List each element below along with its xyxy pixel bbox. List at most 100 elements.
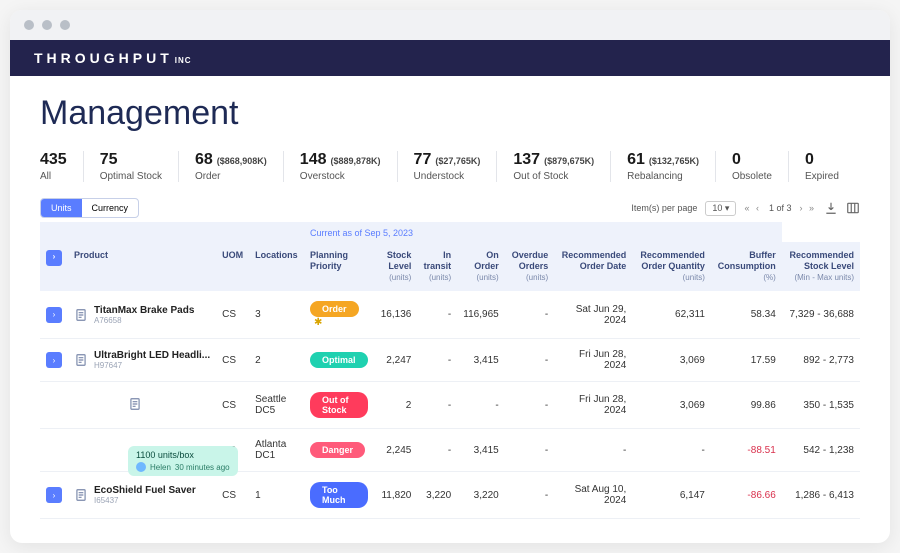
window-titlebar <box>10 10 890 40</box>
brand-suffix: INC <box>175 56 192 65</box>
kpi-card[interactable]: 0Expired <box>789 151 855 182</box>
col-priority[interactable]: Planning Priority <box>304 242 374 292</box>
col-transit[interactable]: In transit(units) <box>417 242 457 292</box>
priority-pill: Out of Stock <box>310 392 368 418</box>
expand-row-icon[interactable]: › <box>46 352 62 368</box>
pager-next-last[interactable]: › » <box>799 203 816 213</box>
document-icon <box>74 488 88 502</box>
col-stock[interactable]: Stock Level(units) <box>374 242 417 292</box>
cell-stock: 2 <box>374 382 417 429</box>
kpi-card[interactable]: 0Obsolete <box>716 151 789 182</box>
kpi-label: Obsolete <box>732 171 772 182</box>
kpi-card[interactable]: 435All <box>40 151 84 182</box>
columns-icon[interactable] <box>846 201 860 215</box>
units-currency-toggle[interactable]: Units Currency <box>40 198 139 218</box>
cell-stock: 2,245 <box>374 429 417 472</box>
col-buffer[interactable]: Buffer Consumption(%) <box>711 242 782 292</box>
download-icon[interactable] <box>824 201 838 215</box>
kpi-subvalue: ($879,675K) <box>544 156 594 166</box>
cell-range: 542 - 1,238 <box>782 429 860 472</box>
cell-location: Seattle DC5 <box>249 382 304 429</box>
cell-recqty: 3,069 <box>632 382 711 429</box>
page-size-select[interactable]: 10 ▾ <box>705 201 736 216</box>
cell-recdate: Sat Aug 10, 2024 <box>554 472 632 519</box>
window-dot[interactable] <box>42 20 52 30</box>
cell-recdate: Sat Jun 29, 2024 <box>554 291 632 339</box>
page-title: Management <box>40 94 860 133</box>
cell-overdue: - <box>505 339 555 382</box>
cell-recdate: Fri Jun 28, 2024 <box>554 339 632 382</box>
pager-label: Item(s) per page <box>631 203 697 213</box>
cell-buffer: -86.66 <box>711 472 782 519</box>
toggle-units[interactable]: Units <box>41 199 82 217</box>
kpi-strip: 435All75Optimal Stock68($868,908K)Order1… <box>40 151 860 182</box>
cell-transit: - <box>417 382 457 429</box>
cell-overdue: - <box>505 472 555 519</box>
expand-row-icon[interactable]: › <box>46 307 62 323</box>
cell-buffer: 58.34 <box>711 291 782 339</box>
cell-overdue: - <box>505 429 555 472</box>
kpi-label: Understock <box>414 171 481 182</box>
cell-recqty: 6,147 <box>632 472 711 519</box>
cell-buffer: -88.51 <box>711 429 782 472</box>
kpi-value: 68 <box>195 151 213 169</box>
pager-position: 1 of 3 <box>769 203 792 213</box>
product-name: UltraBright LED Headli... <box>94 350 210 361</box>
kpi-value: 77 <box>414 151 432 169</box>
pager-prev-first[interactable]: « ‹ <box>744 203 761 213</box>
kpi-subvalue: ($132,765K) <box>649 156 699 166</box>
col-recqty[interactable]: Recommended Order Quantity(units) <box>632 242 711 292</box>
cell-onorder: 3,220 <box>457 472 505 519</box>
cell-uom: CS <box>216 291 249 339</box>
expand-all-icon[interactable]: › <box>46 250 62 266</box>
col-locations[interactable]: Locations <box>249 242 304 292</box>
brand-bar: THROUGHPUT INC <box>10 40 890 76</box>
table-row[interactable]: ›TitanMax Brake PadsA76658CS3Order✱16,13… <box>40 291 860 339</box>
cell-stock: 16,136 <box>374 291 417 339</box>
as-of-label: Current as of Sep 5, 2023 <box>304 222 782 242</box>
table-toolbar: Units Currency Item(s) per page 10 ▾ « ‹… <box>40 198 860 218</box>
kpi-card[interactable]: 148($889,878K)Overstock <box>284 151 398 182</box>
table-row[interactable]: 1100 units/boxHelen 30 minutes agoCSAtla… <box>40 429 860 472</box>
col-overdue[interactable]: Overdue Orders(units) <box>505 242 555 292</box>
cell-transit: - <box>417 429 457 472</box>
document-icon <box>74 353 88 367</box>
col-uom[interactable]: UOM <box>216 242 249 292</box>
kpi-card[interactable]: 61($132,765K)Rebalancing <box>611 151 716 182</box>
cell-overdue: - <box>505 291 555 339</box>
window-dot[interactable] <box>24 20 34 30</box>
toggle-currency[interactable]: Currency <box>82 199 139 217</box>
cell-recqty: - <box>632 429 711 472</box>
cell-recqty: 3,069 <box>632 339 711 382</box>
kpi-label: Overstock <box>300 171 381 182</box>
col-onorder[interactable]: On Order(units) <box>457 242 505 292</box>
product-name: TitanMax Brake Pads <box>94 305 194 316</box>
table-row[interactable]: ›UltraBright LED Headli...H97647CS2Optim… <box>40 339 860 382</box>
cell-recqty: 62,311 <box>632 291 711 339</box>
table-row[interactable]: CSSeattle DC5Out of Stock2---Fri Jun 28,… <box>40 382 860 429</box>
product-sku: H97647 <box>94 361 210 370</box>
col-reclevel[interactable]: Recommended Stock Level(Min - Max units) <box>782 242 860 292</box>
priority-pill: Optimal <box>310 352 368 368</box>
cell-range: 7,329 - 36,688 <box>782 291 860 339</box>
kpi-card[interactable]: 68($868,908K)Order <box>179 151 284 182</box>
col-product[interactable]: Product <box>68 242 216 292</box>
kpi-value: 435 <box>40 151 67 169</box>
kpi-card[interactable]: 137($879,675K)Out of Stock <box>497 151 611 182</box>
expand-row-icon[interactable]: › <box>46 487 62 503</box>
cell-recdate: - <box>554 429 632 472</box>
product-sku: I65437 <box>94 496 196 505</box>
inventory-table: Current as of Sep 5, 2023 › Product UOM … <box>40 222 860 519</box>
window-dot[interactable] <box>60 20 70 30</box>
col-recdate[interactable]: Recommended Order Date <box>554 242 632 292</box>
cell-uom: CS <box>216 339 249 382</box>
kpi-value: 0 <box>805 151 814 169</box>
kpi-card[interactable]: 77($27,765K)Understock <box>398 151 498 182</box>
product-sku: A76658 <box>94 316 194 325</box>
priority-pill: Order <box>310 301 359 317</box>
priority-pill: Danger <box>310 442 365 458</box>
kpi-card[interactable]: 75Optimal Stock <box>84 151 179 182</box>
product-name: EcoShield Fuel Saver <box>94 485 196 496</box>
table-row[interactable]: ›EcoShield Fuel SaverI65437CS1Too Much11… <box>40 472 860 519</box>
cell-range: 350 - 1,535 <box>782 382 860 429</box>
